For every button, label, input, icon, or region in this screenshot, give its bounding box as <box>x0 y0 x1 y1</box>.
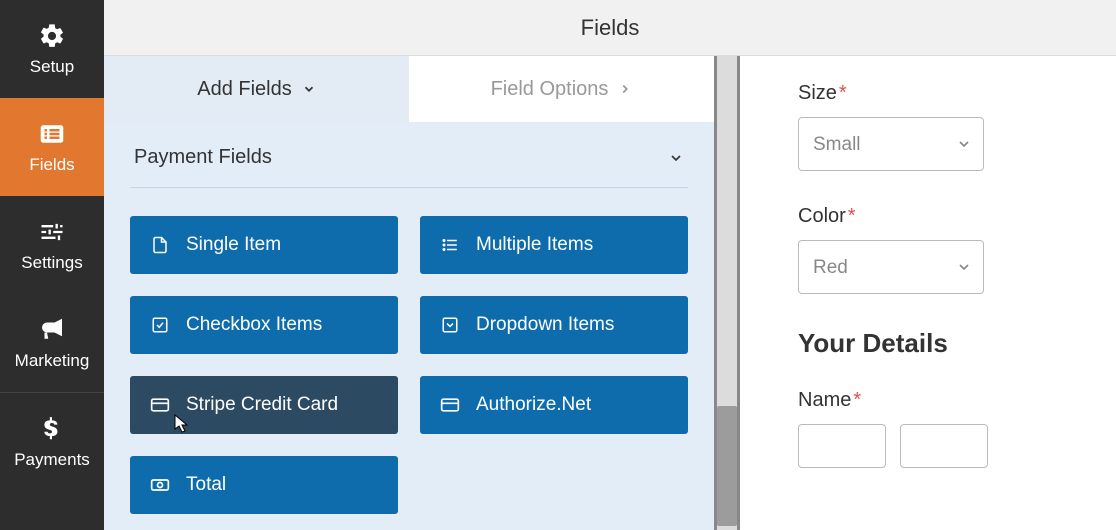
gear-icon <box>37 21 67 51</box>
field-label: Single Item <box>186 234 281 256</box>
name-first-input[interactable] <box>798 424 886 468</box>
mouse-cursor-icon <box>174 414 190 434</box>
required-mark: * <box>848 205 856 227</box>
size-label: Size* <box>798 82 1070 105</box>
sidebar-item-label: Settings <box>21 253 82 273</box>
sidebar-item-fields[interactable]: Fields <box>0 98 104 196</box>
label-text: Size <box>798 82 837 104</box>
builder-tabs: Add Fields Field Options <box>104 56 714 122</box>
form-preview: Size* Small Color* <box>740 56 1116 530</box>
credit-card-icon <box>440 395 460 415</box>
name-label: Name* <box>798 389 1070 412</box>
list-ul-icon <box>440 235 460 255</box>
tab-label: Field Options <box>491 78 609 101</box>
tab-field-options[interactable]: Field Options <box>409 56 714 122</box>
sidebar-item-label: Setup <box>30 57 74 77</box>
field-checkbox-items[interactable]: Checkbox Items <box>130 296 398 354</box>
tab-add-fields[interactable]: Add Fields <box>104 56 409 122</box>
sidebar-item-label: Payments <box>14 450 90 470</box>
file-icon <box>150 235 170 255</box>
field-label: Dropdown Items <box>476 314 614 336</box>
sidebar: Setup Fields Settings Marketing Payments <box>0 0 104 530</box>
field-color: Color* Red <box>798 205 1070 294</box>
section-title: Payment Fields <box>134 146 272 169</box>
field-dropdown-items[interactable]: Dropdown Items <box>420 296 688 354</box>
field-label: Stripe Credit Card <box>186 394 338 416</box>
page-header: Fields <box>104 0 1116 56</box>
sidebar-item-label: Marketing <box>15 351 90 371</box>
label-text: Name <box>798 389 851 411</box>
main: Fields Add Fields Field Options <box>104 0 1116 530</box>
sidebar-item-settings[interactable]: Settings <box>0 196 104 294</box>
check-square-icon <box>150 315 170 335</box>
field-multiple-items[interactable]: Multiple Items <box>420 216 688 274</box>
color-label: Color* <box>798 205 1070 228</box>
chevron-right-icon <box>618 82 632 96</box>
scrollbar-thumb[interactable] <box>717 406 737 526</box>
credit-card-icon <box>150 395 170 415</box>
field-label: Authorize.Net <box>476 394 591 416</box>
field-authorize-net[interactable]: Authorize.Net <box>420 376 688 434</box>
name-last-input[interactable] <box>900 424 988 468</box>
fields-grid: Single Item Multiple Items <box>130 216 688 514</box>
chevron-down-icon <box>302 82 316 96</box>
required-mark: * <box>853 389 861 411</box>
field-size: Size* Small <box>798 82 1070 171</box>
label-text: Color <box>798 205 846 227</box>
field-name: Name* <box>798 389 1070 468</box>
color-select[interactable]: Red <box>798 240 984 294</box>
sidebar-item-setup[interactable]: Setup <box>0 0 104 98</box>
caret-square-icon <box>440 315 460 335</box>
dollar-icon <box>37 414 67 444</box>
page-title: Fields <box>581 15 640 41</box>
field-single-item[interactable]: Single Item <box>130 216 398 274</box>
field-total[interactable]: Total <box>130 456 398 514</box>
builder-panel: Add Fields Field Options Paymen <box>104 56 714 530</box>
your-details-heading: Your Details <box>798 328 1070 359</box>
chevron-down-icon <box>668 150 684 166</box>
sidebar-item-marketing[interactable]: Marketing <box>0 294 104 392</box>
sidebar-item-payments[interactable]: Payments <box>0 392 104 490</box>
field-stripe-credit-card[interactable]: Stripe Credit Card <box>130 376 398 434</box>
tab-label: Add Fields <box>197 78 292 101</box>
vertical-scrollbar[interactable] <box>714 56 740 530</box>
sliders-icon <box>37 217 67 247</box>
field-label: Checkbox Items <box>186 314 322 336</box>
sidebar-item-label: Fields <box>29 155 74 175</box>
required-mark: * <box>839 82 847 104</box>
field-label: Total <box>186 474 226 496</box>
fields-panel: Payment Fields Single Item <box>104 122 714 530</box>
money-icon <box>150 475 170 495</box>
list-icon <box>37 119 67 149</box>
bullhorn-icon <box>37 315 67 345</box>
fields-section-header[interactable]: Payment Fields <box>130 140 688 188</box>
field-label: Multiple Items <box>476 234 593 256</box>
size-select[interactable]: Small <box>798 117 984 171</box>
